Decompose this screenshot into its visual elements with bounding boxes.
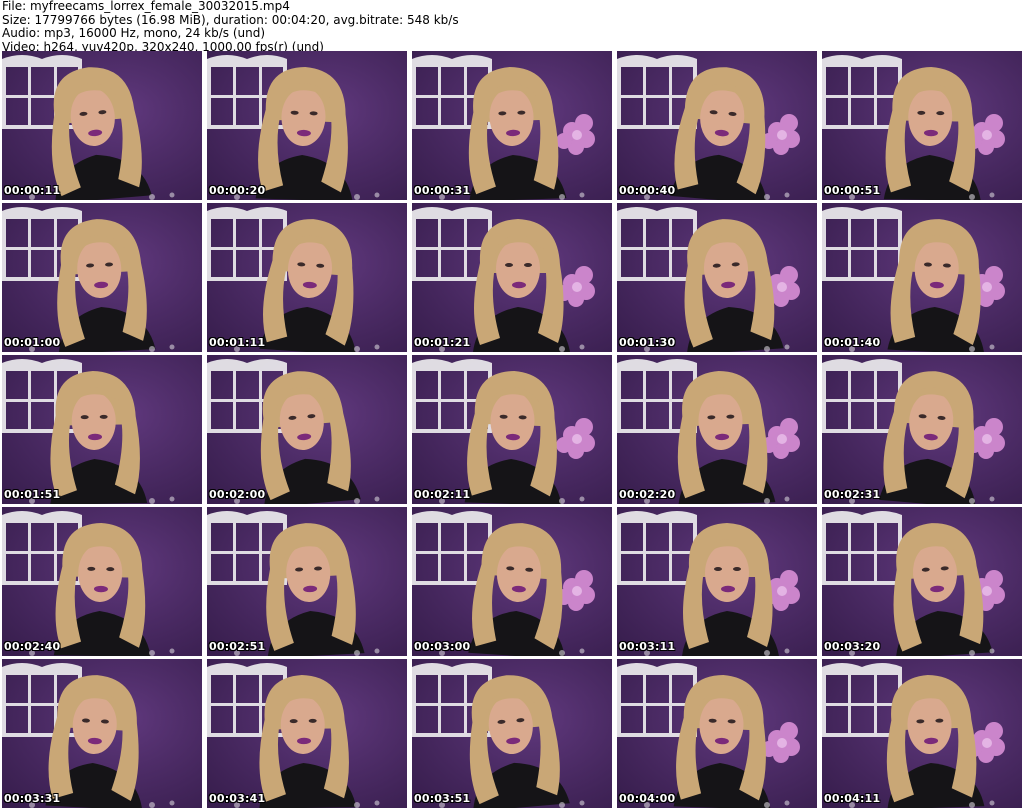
video-thumbnail: 00:03:31 xyxy=(2,659,202,808)
thumbnail-timestamp: 00:03:31 xyxy=(4,792,61,805)
frame-image xyxy=(2,659,202,808)
thumbnail-timestamp: 00:01:21 xyxy=(414,336,471,349)
thumbnail-timestamp: 00:01:11 xyxy=(209,336,266,349)
video-thumbnail: 00:03:51 xyxy=(412,659,612,808)
video-thumbnail: 00:03:00 xyxy=(412,507,612,656)
frame-image xyxy=(617,51,817,200)
frame-image xyxy=(822,659,1022,808)
frame-image xyxy=(822,203,1022,352)
video-thumbnail: 00:01:00 xyxy=(2,203,202,352)
thumbnail-timestamp: 00:03:51 xyxy=(414,792,471,805)
thumbnail-timestamp: 00:02:00 xyxy=(209,488,266,501)
video-thumbnail: 00:02:11 xyxy=(412,355,612,504)
frame-image xyxy=(412,355,612,504)
frame-image xyxy=(412,659,612,808)
video-thumbnail: 00:01:21 xyxy=(412,203,612,352)
frame-image xyxy=(617,659,817,808)
frame-image xyxy=(207,203,407,352)
thumbnail-timestamp: 00:00:40 xyxy=(619,184,676,197)
video-thumbnail: 00:00:40 xyxy=(617,51,817,200)
frame-image xyxy=(617,355,817,504)
video-thumbnail: 00:02:40 xyxy=(2,507,202,656)
frame-image xyxy=(617,507,817,656)
frame-image xyxy=(822,355,1022,504)
video-thumbnail: 00:00:20 xyxy=(207,51,407,200)
thumbnail-timestamp: 00:02:20 xyxy=(619,488,676,501)
thumbnail-timestamp: 00:02:11 xyxy=(414,488,471,501)
video-thumbnail: 00:02:31 xyxy=(822,355,1022,504)
thumbnail-timestamp: 00:03:20 xyxy=(824,640,881,653)
frame-image xyxy=(207,507,407,656)
video-thumbnail: 00:04:00 xyxy=(617,659,817,808)
thumbnail-timestamp: 00:01:30 xyxy=(619,336,676,349)
thumbnail-grid: 00:00:11 00:00:20 00:00:31 00:00:40 00:0… xyxy=(2,51,1022,809)
thumbnail-timestamp: 00:01:00 xyxy=(4,336,61,349)
thumbnail-timestamp: 00:02:51 xyxy=(209,640,266,653)
frame-image xyxy=(207,659,407,808)
audio-info-line: Audio: mp3, 16000 Hz, mono, 24 kb/s (und… xyxy=(2,26,266,40)
thumbnail-timestamp: 00:00:51 xyxy=(824,184,881,197)
video-thumbnail: 00:04:11 xyxy=(822,659,1022,808)
thumbnail-timestamp: 00:01:51 xyxy=(4,488,61,501)
video-thumbnail: 00:00:51 xyxy=(822,51,1022,200)
video-thumbnail: 00:01:30 xyxy=(617,203,817,352)
thumbnail-timestamp: 00:04:00 xyxy=(619,792,676,805)
thumbnail-timestamp: 00:04:11 xyxy=(824,792,881,805)
frame-image xyxy=(2,507,202,656)
video-thumbnail: 00:03:11 xyxy=(617,507,817,656)
thumbnail-timestamp: 00:03:41 xyxy=(209,792,266,805)
frame-image xyxy=(412,51,612,200)
video-thumbnail: 00:02:20 xyxy=(617,355,817,504)
thumbnail-timestamp: 00:00:20 xyxy=(209,184,266,197)
frame-image xyxy=(2,51,202,200)
video-thumbnail: 00:00:11 xyxy=(2,51,202,200)
thumbnail-timestamp: 00:02:40 xyxy=(4,640,61,653)
frame-image xyxy=(617,203,817,352)
frame-image xyxy=(207,51,407,200)
thumbnail-timestamp: 00:01:40 xyxy=(824,336,881,349)
file-name-line: File: myfreecams_lorrex_female_30032015.… xyxy=(2,0,290,13)
video-thumbnail: 00:01:51 xyxy=(2,355,202,504)
frame-image xyxy=(412,203,612,352)
frame-image xyxy=(412,507,612,656)
frame-image xyxy=(207,355,407,504)
video-thumbnail: 00:00:31 xyxy=(412,51,612,200)
frame-image xyxy=(2,355,202,504)
video-thumbnail: 00:02:51 xyxy=(207,507,407,656)
frame-image xyxy=(822,507,1022,656)
thumbnail-timestamp: 00:00:31 xyxy=(414,184,471,197)
video-thumbnail: 00:01:11 xyxy=(207,203,407,352)
video-thumbnail: 00:02:00 xyxy=(207,355,407,504)
file-size-line: Size: 17799766 bytes (16.98 MiB), durati… xyxy=(2,12,459,27)
thumbnail-timestamp: 00:02:31 xyxy=(824,488,881,501)
thumbnail-timestamp: 00:00:11 xyxy=(4,184,61,197)
thumbnail-timestamp: 00:03:00 xyxy=(414,640,471,653)
video-thumbnail: 00:03:20 xyxy=(822,507,1022,656)
video-thumbnail: 00:03:41 xyxy=(207,659,407,808)
file-info-header: File: myfreecams_lorrex_female_30032015.… xyxy=(2,0,1022,53)
video-thumbnail: 00:01:40 xyxy=(822,203,1022,352)
frame-image xyxy=(822,51,1022,200)
frame-image xyxy=(2,203,202,352)
thumbnail-timestamp: 00:03:11 xyxy=(619,640,676,653)
